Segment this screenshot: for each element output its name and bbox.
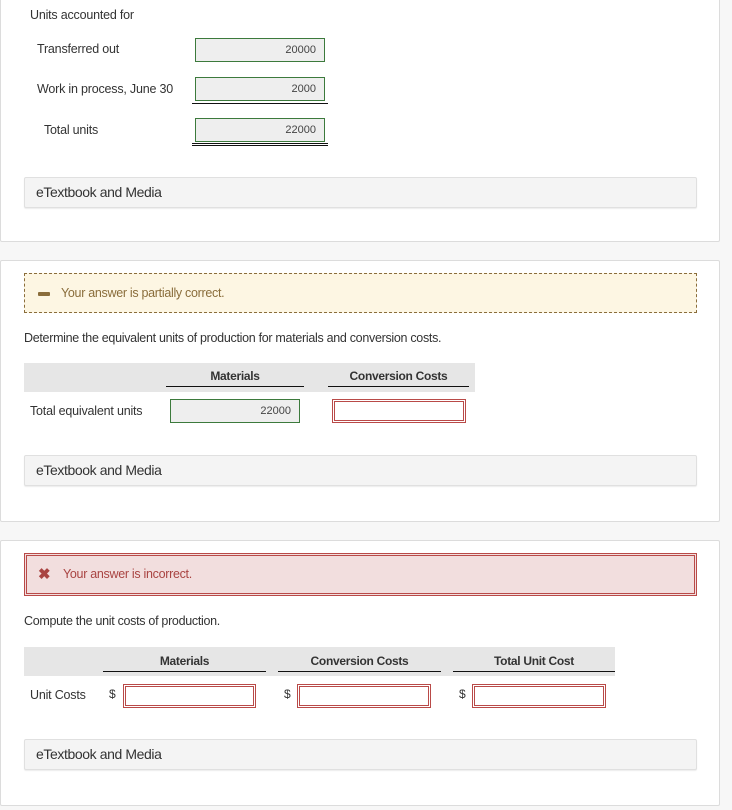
row-label-unit-costs: Unit Costs [30,688,86,702]
conversion-costs-unit-cost-input[interactable] [297,684,431,708]
minus-icon [38,292,50,296]
conversion-costs-equivalent-units-input[interactable] [332,399,466,423]
total-units-input[interactable]: 22000 [195,118,325,142]
equivalent-units-card: Your answer is partially correct. Determ… [0,260,720,522]
incorrect-feedback-banner: ✖ Your answer is incorrect. [24,553,697,596]
column-header-total-unit-cost: Total Unit Cost [453,654,615,672]
row-label-total-units: Total units [44,123,99,137]
partial-feedback-banner: Your answer is partially correct. [24,273,697,313]
subtotal-underline [192,103,328,104]
question-prompt: Compute the unit costs of production. [24,614,220,628]
row-label-wip-june-30: Work in process, June 30 [37,82,174,96]
column-header-materials: Materials [166,369,304,387]
unit-costs-card: ✖ Your answer is incorrect. Compute the … [0,540,720,806]
currency-symbol: $ [459,687,466,701]
etextbook-media-button[interactable]: eTextbook and Media [24,739,697,770]
column-header-conversion-costs: Conversion Costs [278,654,441,672]
feedback-message: Your answer is partially correct. [61,286,225,300]
column-header-conversion-costs: Conversion Costs [328,369,469,387]
units-accounted-card: Units accounted for Transferred out 2000… [0,0,720,242]
question-prompt: Determine the equivalent units of produc… [24,331,442,345]
feedback-message: Your answer is incorrect. [63,567,192,581]
materials-unit-cost-input[interactable] [123,684,256,708]
total-unit-cost-input[interactable] [472,684,606,708]
section-heading: Units accounted for [30,8,134,22]
materials-equivalent-units-input[interactable]: 22000 [170,399,300,423]
wip-june-30-input[interactable]: 2000 [195,77,325,101]
row-label-transferred-out: Transferred out [37,42,119,56]
etextbook-media-button[interactable]: eTextbook and Media [24,177,697,208]
row-label-total-equivalent-units: Total equivalent units [30,404,143,418]
currency-symbol: $ [284,687,291,701]
currency-symbol: $ [109,687,116,701]
etextbook-media-button[interactable]: eTextbook and Media [24,455,697,486]
total-double-underline [192,143,328,146]
x-icon: ✖ [38,566,51,583]
column-header-materials: Materials [103,654,266,672]
transferred-out-input[interactable]: 20000 [195,38,325,62]
